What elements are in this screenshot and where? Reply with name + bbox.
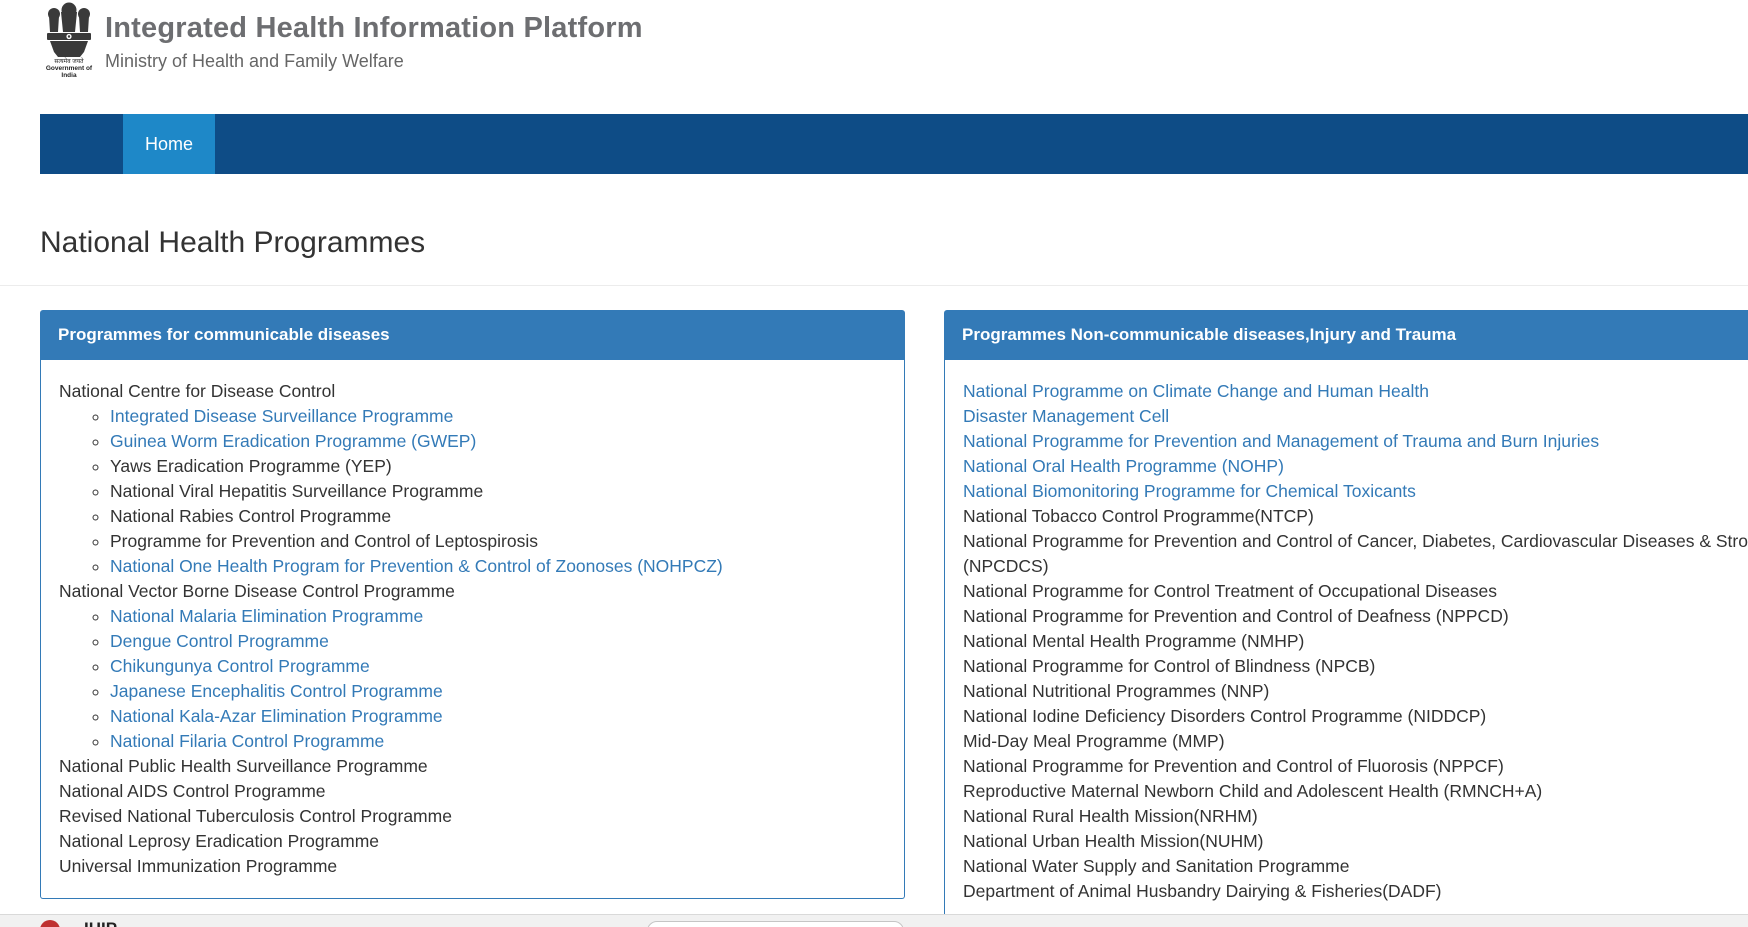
programme-text: National Programme for Control of Blindn… — [963, 654, 1748, 679]
programme-sublist: Integrated Disease Surveillance Programm… — [59, 404, 886, 579]
programme-subitem[interactable]: Integrated Disease Surveillance Programm… — [110, 404, 886, 429]
programme-subitem[interactable]: Chikungunya Control Programme — [110, 654, 886, 679]
programme-text: National Rural Health Mission(NRHM) — [963, 804, 1748, 829]
programme-link[interactable]: National Kala-Azar Elimination Programme — [110, 706, 443, 726]
main-navbar: Home — [40, 114, 1748, 174]
programme-text: Programme for Prevention and Control of … — [110, 531, 538, 551]
programme-sublist: National Malaria Elimination Programme De… — [59, 604, 886, 754]
programme-subitem[interactable]: National Kala-Azar Elimination Programme — [110, 704, 886, 729]
panel-non-communicable-diseases: Programmes Non-communicable diseases,Inj… — [944, 310, 1748, 924]
programme-text: National Leprosy Eradication Programme — [59, 829, 886, 854]
programme-link[interactable]: National One Health Program for Preventi… — [110, 556, 723, 576]
programme-subitem[interactable]: Guinea Worm Eradication Programme (GWEP) — [110, 429, 886, 454]
programme-text: National Public Health Surveillance Prog… — [59, 754, 886, 779]
programme-text: National Programme for Prevention and Co… — [963, 604, 1748, 629]
page-title: National Health Programmes — [40, 226, 425, 260]
panel-heading-non-communicable: Programmes Non-communicable diseases,Inj… — [944, 310, 1748, 360]
programme-text: Revised National Tuberculosis Control Pr… — [59, 804, 886, 829]
programme-text: National Programme for Prevention and Co… — [963, 754, 1748, 779]
programme-link[interactable]: National Biomonitoring Programme for Che… — [963, 479, 1748, 504]
programme-link[interactable]: Integrated Disease Surveillance Programm… — [110, 406, 453, 426]
panel-body-communicable: National Centre for Disease ControlInteg… — [40, 360, 905, 899]
programme-text: Department of Animal Husbandry Dairying … — [963, 879, 1748, 904]
ihip-logo-icon — [40, 920, 60, 927]
programme-text: Mid-Day Meal Programme (MMP) — [963, 729, 1748, 754]
emblem-of-india: सत्यमेव जयते Government of India — [40, 2, 98, 79]
programme-subitem: Yaws Eradication Programme (YEP) — [110, 454, 886, 479]
site-subtitle: Ministry of Health and Family Welfare — [105, 51, 643, 72]
programme-link[interactable]: Japanese Encephalitis Control Programme — [110, 681, 443, 701]
footer-strip: IHIP — [0, 914, 1748, 927]
programme-text: National Vector Borne Disease Control Pr… — [59, 579, 886, 604]
site-title: Integrated Health Information Platform — [105, 12, 643, 45]
programme-text: National Mental Health Programme (NMHP) — [963, 629, 1748, 654]
programme-text: National Centre for Disease Control — [59, 379, 886, 404]
programme-subitem[interactable]: National Filaria Control Programme — [110, 729, 886, 754]
programme-text: National Programme for Control Treatment… — [963, 579, 1748, 604]
programme-text: National Water Supply and Sanitation Pro… — [963, 854, 1748, 879]
programme-link[interactable]: National Programme on Climate Change and… — [963, 379, 1748, 404]
programme-text: National Tobacco Control Programme(NTCP) — [963, 504, 1748, 529]
emblem-of-india-icon — [40, 2, 98, 58]
programme-subitem[interactable]: National Malaria Elimination Programme — [110, 604, 886, 629]
programme-text: National Urban Health Mission(NUHM) — [963, 829, 1748, 854]
programme-text: National Iodine Deficiency Disorders Con… — [963, 704, 1748, 729]
programme-link[interactable]: Disaster Management Cell — [963, 404, 1748, 429]
programme-subitem[interactable]: Japanese Encephalitis Control Programme — [110, 679, 886, 704]
footer-brand: IHIP — [84, 919, 117, 927]
programme-link[interactable]: Guinea Worm Eradication Programme (GWEP) — [110, 431, 476, 451]
programme-link[interactable]: National Oral Health Programme (NOHP) — [963, 454, 1748, 479]
programme-link[interactable]: Chikungunya Control Programme — [110, 656, 370, 676]
programme-text: National Viral Hepatitis Surveillance Pr… — [110, 481, 483, 501]
content-divider — [0, 285, 1748, 286]
programme-text: Yaws Eradication Programme (YEP) — [110, 456, 392, 476]
emblem-caption: Government of India — [40, 66, 98, 79]
panel-body-non-communicable: National Programme on Climate Change and… — [944, 360, 1748, 924]
programme-link[interactable]: National Malaria Elimination Programme — [110, 606, 423, 626]
programme-link[interactable]: National Filaria Control Programme — [110, 731, 384, 751]
footer-widget — [647, 921, 904, 927]
site-branding: Integrated Health Information Platform M… — [105, 12, 643, 72]
programme-text: National Rabies Control Programme — [110, 506, 391, 526]
panel-communicable-diseases: Programmes for communicable diseases Nat… — [40, 310, 905, 899]
programme-subitem: National Viral Hepatitis Surveillance Pr… — [110, 479, 886, 504]
programme-text: National AIDS Control Programme — [59, 779, 886, 804]
programme-text: National Nutritional Programmes (NNP) — [963, 679, 1748, 704]
programme-subitem[interactable]: Dengue Control Programme — [110, 629, 886, 654]
nav-item-home[interactable]: Home — [123, 114, 215, 174]
programme-text: National Programme for Prevention and Co… — [963, 529, 1748, 579]
programme-link[interactable]: Dengue Control Programme — [110, 631, 329, 651]
programme-subitem: Programme for Prevention and Control of … — [110, 529, 886, 554]
programme-link[interactable]: National Programme for Prevention and Ma… — [963, 429, 1748, 454]
panel-heading-communicable: Programmes for communicable diseases — [40, 310, 905, 360]
programme-text: Reproductive Maternal Newborn Child and … — [963, 779, 1748, 804]
programme-subitem[interactable]: National One Health Program for Preventi… — [110, 554, 886, 579]
programme-subitem: National Rabies Control Programme — [110, 504, 886, 529]
programme-text: Universal Immunization Programme — [59, 854, 886, 879]
